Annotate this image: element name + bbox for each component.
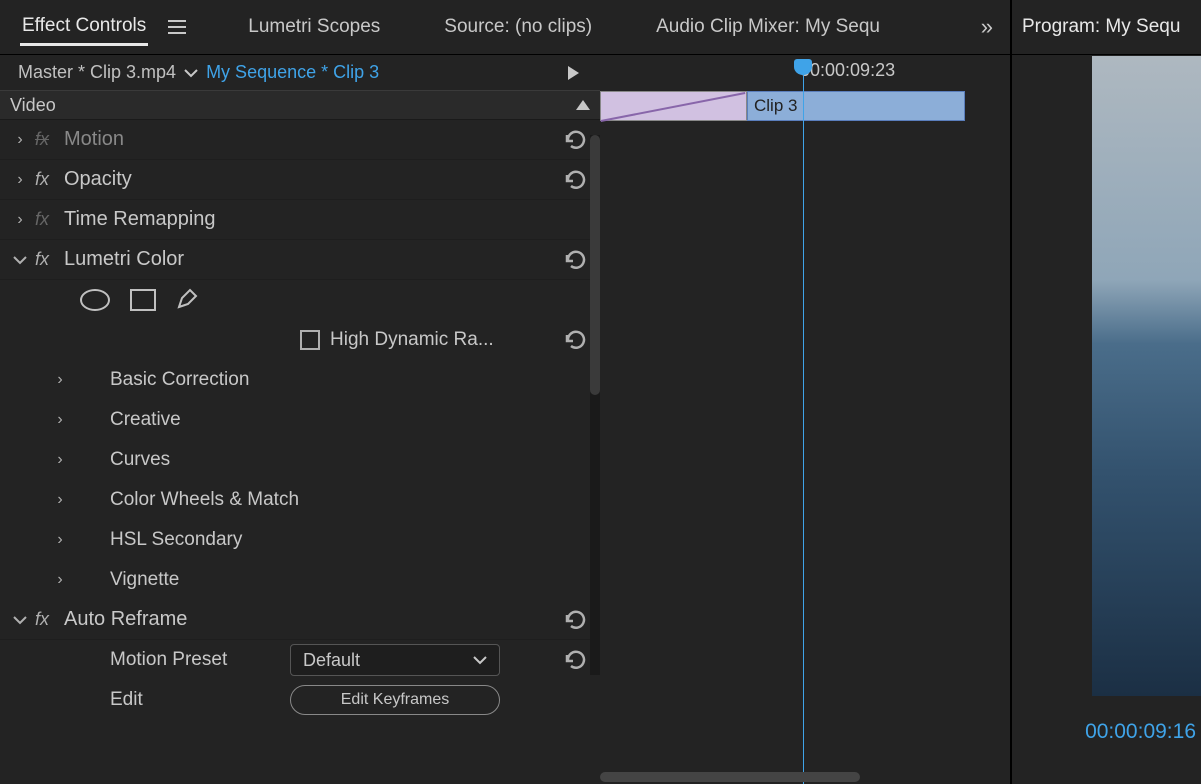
effect-opacity[interactable]: › fx Opacity <box>0 160 600 200</box>
mask-ellipse-icon[interactable] <box>80 289 110 311</box>
timeline-clip-current[interactable]: Clip 3 <box>747 91 965 121</box>
fx-badge-icon[interactable]: fx <box>30 209 54 230</box>
sub-label: Creative <box>110 409 181 431</box>
sub-label: Curves <box>110 449 170 471</box>
tab-overflow-icon[interactable]: » <box>981 14 990 40</box>
hdr-label: High Dynamic Ra... <box>330 329 494 351</box>
fx-badge-icon[interactable]: fx <box>30 169 54 190</box>
sub-label: Basic Correction <box>110 369 249 391</box>
tab-source[interactable]: Source: (no clips) <box>442 10 594 44</box>
scrollbar-thumb[interactable] <box>590 135 600 395</box>
lumetri-curves[interactable]: › Curves <box>0 440 600 480</box>
mini-timeline: 00:00:09:23 Clip 3 <box>600 55 1010 784</box>
sequence-clip-label[interactable]: My Sequence * Clip 3 <box>206 62 379 83</box>
chevron-right-icon[interactable]: › <box>50 491 70 509</box>
effect-label: Lumetri Color <box>64 248 590 271</box>
hdr-row: High Dynamic Ra... <box>0 320 600 360</box>
timeline-timecode: 00:00:09:23 <box>800 60 895 81</box>
lumetri-hsl-secondary[interactable]: › HSL Secondary <box>0 520 600 560</box>
tab-lumetri-scopes[interactable]: Lumetri Scopes <box>246 10 382 44</box>
master-clip-row: Master * Clip 3.mp4 My Sequence * Clip 3 <box>0 55 600 90</box>
scrollbar-thumb[interactable] <box>600 772 860 782</box>
fx-badge-icon[interactable]: fx <box>30 609 54 630</box>
mask-pen-icon[interactable] <box>176 286 200 315</box>
edit-label: Edit <box>110 689 290 711</box>
scrollbar-horizontal[interactable] <box>600 770 994 784</box>
program-tab-bar: Program: My Sequ <box>1012 0 1201 55</box>
tab-effect-controls[interactable]: Effect Controls <box>20 9 148 46</box>
lumetri-color-wheels[interactable]: › Color Wheels & Match <box>0 480 600 520</box>
lumetri-creative[interactable]: › Creative <box>0 400 600 440</box>
scrollbar-vertical[interactable] <box>590 135 600 675</box>
dropdown-value: Default <box>303 650 473 671</box>
program-monitor-preview[interactable] <box>1092 56 1201 696</box>
effect-label: Motion <box>64 128 590 151</box>
video-section-header[interactable]: Video <box>0 90 600 120</box>
chevron-down-icon <box>473 655 487 665</box>
reset-icon[interactable] <box>564 650 588 670</box>
motion-preset-row: Motion Preset Default <box>0 640 600 680</box>
tab-audio-clip-mixer[interactable]: Audio Clip Mixer: My Sequ <box>654 10 882 44</box>
effect-label: Auto Reframe <box>64 608 590 631</box>
chevron-right-icon[interactable]: › <box>10 171 30 189</box>
play-icon[interactable] <box>566 65 580 81</box>
collapse-up-icon[interactable] <box>576 100 590 110</box>
chevron-right-icon[interactable]: › <box>50 451 70 469</box>
timeline-clip-previous[interactable] <box>600 91 747 121</box>
edit-keyframes-button[interactable]: Edit Keyframes <box>290 685 500 715</box>
mask-tools-row <box>0 280 600 320</box>
effect-auto-reframe[interactable]: fx Auto Reframe <box>0 600 600 640</box>
motion-preset-dropdown[interactable]: Default <box>290 644 500 676</box>
chevron-right-icon[interactable]: › <box>10 131 30 149</box>
chevron-right-icon[interactable]: › <box>10 211 30 229</box>
chevron-right-icon[interactable]: › <box>50 571 70 589</box>
effect-label: Time Remapping <box>64 208 590 231</box>
effect-label: Opacity <box>64 168 590 191</box>
chevron-right-icon[interactable]: › <box>50 531 70 549</box>
effects-list: Master * Clip 3.mp4 My Sequence * Clip 3… <box>0 55 600 784</box>
edit-row: Edit Edit Keyframes <box>0 680 600 720</box>
chevron-right-icon[interactable]: › <box>50 411 70 429</box>
mask-rect-icon[interactable] <box>130 289 156 311</box>
motion-preset-label: Motion Preset <box>110 649 290 671</box>
playhead-line <box>803 69 804 784</box>
program-timecode[interactable]: 00:00:09:16 <box>1085 720 1196 744</box>
sub-label: Vignette <box>110 569 179 591</box>
video-header-label: Video <box>10 95 576 116</box>
tab-program[interactable]: Program: My Sequ <box>1022 16 1180 38</box>
chevron-down-icon[interactable] <box>10 615 30 625</box>
effect-lumetri-color[interactable]: fx Lumetri Color <box>0 240 600 280</box>
sub-label: Color Wheels & Match <box>110 489 299 511</box>
playhead[interactable] <box>803 55 804 784</box>
effect-motion[interactable]: › fx Motion <box>0 120 600 160</box>
reset-icon[interactable] <box>564 250 588 270</box>
panel-menu-icon[interactable] <box>168 20 186 34</box>
panel-tab-bar: Effect Controls Lumetri Scopes Source: (… <box>0 0 1010 55</box>
fx-badge-icon[interactable]: fx <box>30 129 54 150</box>
program-panel: Program: My Sequ 00:00:09:16 <box>1012 0 1201 784</box>
reset-icon[interactable] <box>564 330 588 350</box>
master-clip-label[interactable]: Master * Clip 3.mp4 <box>18 62 176 83</box>
sub-label: HSL Secondary <box>110 529 242 551</box>
chevron-down-icon[interactable] <box>10 255 30 265</box>
lumetri-vignette[interactable]: › Vignette <box>0 560 600 600</box>
fx-badge-icon[interactable]: fx <box>30 249 54 270</box>
hdr-checkbox[interactable] <box>300 330 320 350</box>
lumetri-basic-correction[interactable]: › Basic Correction <box>0 360 600 400</box>
reset-icon[interactable] <box>564 170 588 190</box>
effect-time-remapping[interactable]: › fx Time Remapping <box>0 200 600 240</box>
chevron-right-icon[interactable]: › <box>50 371 70 389</box>
reset-icon[interactable] <box>564 130 588 150</box>
chevron-down-icon[interactable] <box>184 68 198 78</box>
reset-icon[interactable] <box>564 610 588 630</box>
